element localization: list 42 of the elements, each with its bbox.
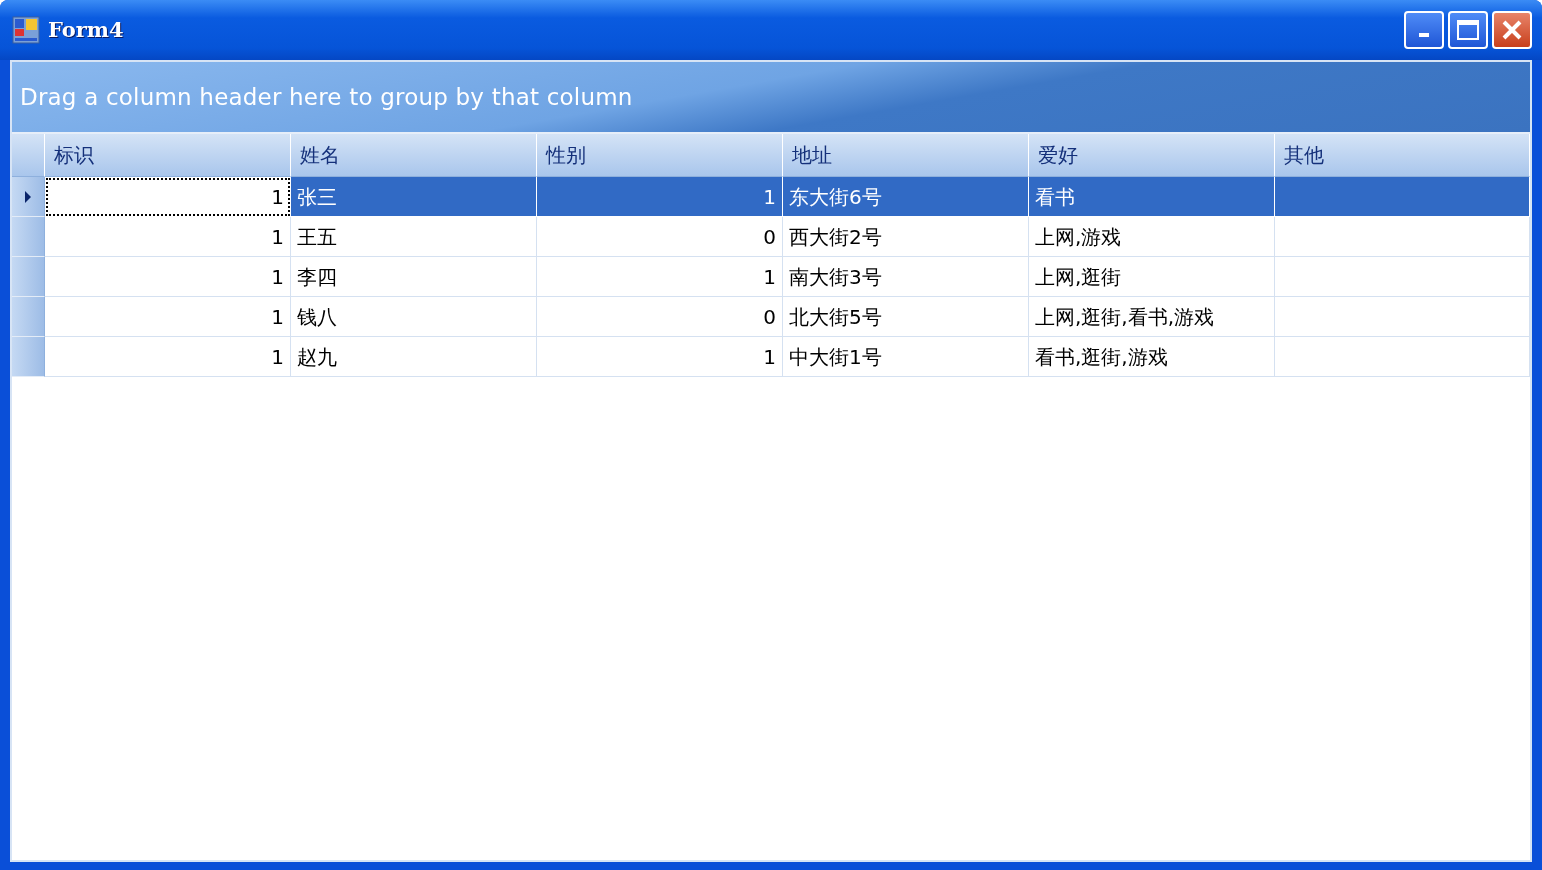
column-header[interactable]: 地址: [783, 134, 1029, 177]
table-cell: 钱八: [291, 297, 537, 337]
table-cell: 1: [45, 177, 291, 217]
table-cell: 张三: [291, 177, 537, 217]
table-cell: 1: [45, 257, 291, 297]
table-cell: 1: [45, 337, 291, 377]
app-icon: [12, 16, 40, 44]
column-header[interactable]: 爱好: [1029, 134, 1275, 177]
table-cell: 西大街2号: [783, 217, 1029, 257]
minimize-icon: [1419, 33, 1429, 37]
table-cell: 看书: [1029, 177, 1275, 217]
table-cell: 上网,逛街,看书,游戏: [1029, 297, 1275, 337]
table-cell: 看书,逛街,游戏: [1029, 337, 1275, 377]
table-cell: 南大街3号: [783, 257, 1029, 297]
window-title: Form4: [48, 16, 124, 45]
table-cell: 1: [45, 297, 291, 337]
table-cell: 李四: [291, 257, 537, 297]
table-cell: 上网,游戏: [1029, 217, 1275, 257]
table-cell: 赵九: [291, 337, 537, 377]
table-cell: 东大街6号: [783, 177, 1029, 217]
table-cell: 上网,逛街: [1029, 257, 1275, 297]
minimize-button[interactable]: [1404, 11, 1444, 49]
column-header[interactable]: 其他: [1275, 134, 1530, 177]
column-header[interactable]: 姓名: [291, 134, 537, 177]
group-hint: Drag a column header here to group by that column: [20, 82, 633, 112]
table-cell: 0: [537, 217, 783, 257]
table-cell: 1: [537, 257, 783, 297]
table-cell: 1: [537, 177, 783, 217]
table-cell: 中大街1号: [783, 337, 1029, 377]
column-header[interactable]: 标识: [45, 134, 291, 177]
table-cell: 北大街5号: [783, 297, 1029, 337]
column-header[interactable]: 性别: [537, 134, 783, 177]
maximize-icon: [1456, 19, 1480, 41]
close-button[interactable]: [1492, 11, 1532, 49]
maximize-button[interactable]: [1448, 11, 1488, 49]
current-row-icon: [24, 189, 32, 204]
table-cell: 1: [537, 337, 783, 377]
close-icon: [1500, 18, 1524, 42]
table-cell: 0: [537, 297, 783, 337]
row-selector[interactable]: [12, 177, 45, 217]
table-cell: 王五: [291, 217, 537, 257]
table-cell: 1: [45, 217, 291, 257]
